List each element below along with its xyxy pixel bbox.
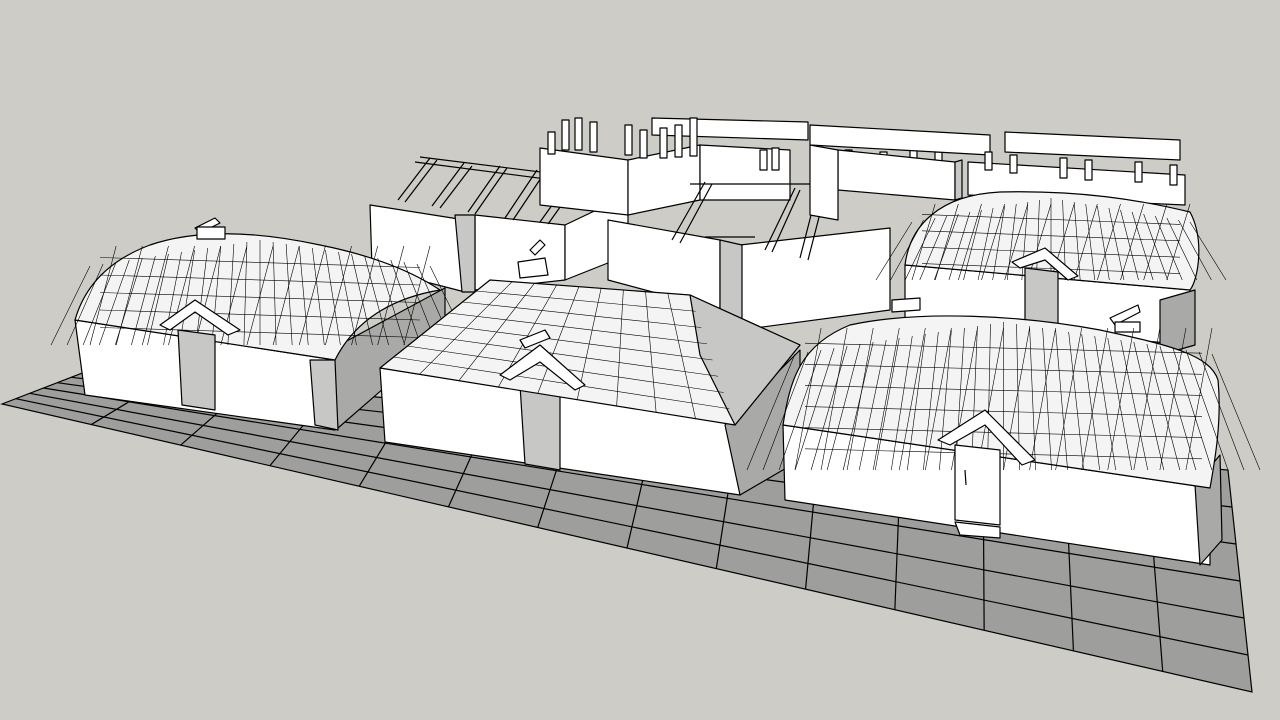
stair-step-icon [891,297,921,313]
village-model-icon[interactable] [0,0,1280,720]
modeling-viewport[interactable] [0,0,1280,720]
